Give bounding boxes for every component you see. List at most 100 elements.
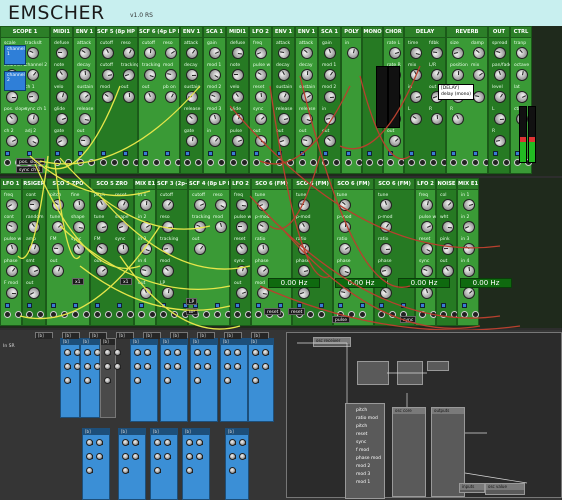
block-knob[interactable]: [164, 453, 171, 460]
knob[interactable]: [25, 218, 43, 236]
knob[interactable]: [55, 46, 69, 60]
jack-port[interactable]: [4, 159, 11, 166]
knob[interactable]: [71, 219, 87, 235]
block-knob[interactable]: [229, 453, 236, 460]
knob[interactable]: [407, 66, 425, 84]
jack-port[interactable]: [264, 159, 271, 166]
jack-port[interactable]: [461, 159, 468, 166]
row2-button[interactable]: pulse: [332, 316, 351, 323]
jack-port[interactable]: [203, 311, 210, 318]
knob[interactable]: [462, 264, 476, 278]
knob[interactable]: [191, 240, 209, 258]
block-knob[interactable]: [114, 349, 121, 356]
block-knob[interactable]: [239, 439, 246, 446]
knob[interactable]: [337, 263, 353, 279]
knob[interactable]: [296, 263, 312, 279]
knob[interactable]: [441, 220, 455, 234]
knob[interactable]: [3, 262, 21, 280]
jack-port[interactable]: [149, 311, 156, 318]
scope-button[interactable]: pos. slope: [16, 158, 45, 165]
jack-port[interactable]: [472, 311, 479, 318]
node-block[interactable]: [b]: [197, 332, 215, 339]
knob[interactable]: [471, 89, 487, 105]
knob[interactable]: [323, 90, 337, 104]
knob[interactable]: [232, 69, 244, 81]
knob[interactable]: [143, 46, 157, 60]
block-knob[interactable]: [252, 349, 259, 356]
block-knob[interactable]: [229, 467, 236, 474]
sub-patch-block[interactable]: [b]: [80, 338, 101, 418]
node-block[interactable]: [b]: [170, 332, 188, 339]
jack-port[interactable]: [65, 159, 72, 166]
knob[interactable]: [429, 67, 445, 83]
block-knob[interactable]: [144, 363, 151, 370]
jack-port[interactable]: [142, 159, 149, 166]
knob[interactable]: [185, 68, 199, 82]
block-knob[interactable]: [186, 453, 193, 460]
block-knob[interactable]: [132, 453, 139, 460]
jack-port[interactable]: [472, 159, 479, 166]
knob[interactable]: [254, 134, 268, 148]
knob[interactable]: [276, 111, 292, 127]
jack-port[interactable]: [15, 311, 22, 318]
row2-button[interactable]: reset: [264, 308, 282, 315]
sub-patch-block[interactable]: [b]: [100, 338, 121, 418]
knob[interactable]: [492, 133, 508, 149]
jack-port[interactable]: [450, 159, 457, 166]
knob[interactable]: [121, 67, 137, 83]
knob[interactable]: [235, 198, 249, 212]
row2-button[interactable]: LP: [186, 298, 198, 305]
knob[interactable]: [122, 90, 136, 104]
knob[interactable]: [120, 44, 138, 62]
knob[interactable]: [513, 88, 531, 106]
node-block[interactable]: [b]: [89, 332, 107, 339]
knob[interactable]: [116, 242, 130, 256]
knob[interactable]: [3, 132, 21, 150]
block-knob[interactable]: [122, 467, 129, 474]
block-knob[interactable]: [132, 439, 139, 446]
jack-port[interactable]: [299, 159, 306, 166]
knob[interactable]: [213, 219, 229, 235]
block-knob[interactable]: [229, 439, 236, 446]
knob[interactable]: [142, 67, 158, 83]
knob[interactable]: [407, 110, 425, 128]
block-knob[interactable]: [96, 453, 103, 460]
knob[interactable]: [93, 240, 111, 258]
knob[interactable]: [99, 88, 117, 106]
knob[interactable]: [100, 67, 116, 83]
jack-port[interactable]: [105, 311, 112, 318]
knob[interactable]: [514, 67, 530, 83]
jack-port[interactable]: [430, 159, 437, 166]
knob[interactable]: [115, 219, 131, 235]
jack-port[interactable]: [461, 311, 468, 318]
block-knob[interactable]: [252, 377, 259, 384]
jack-port[interactable]: [171, 311, 178, 318]
jack-port[interactable]: [61, 311, 68, 318]
knob[interactable]: [419, 197, 435, 213]
knob[interactable]: [161, 242, 175, 256]
sub-patch-block[interactable]: [b]: [220, 338, 248, 422]
knob[interactable]: [254, 90, 268, 104]
block-knob[interactable]: [204, 363, 211, 370]
jack-port[interactable]: [218, 159, 225, 166]
knob[interactable]: [24, 132, 42, 150]
knob[interactable]: [192, 219, 208, 235]
jack-port[interactable]: [253, 159, 260, 166]
sub-patch-block[interactable]: [b]: [190, 338, 218, 422]
knob[interactable]: [461, 197, 477, 213]
knob[interactable]: [207, 45, 223, 61]
block-knob[interactable]: [204, 349, 211, 356]
jack-port[interactable]: [195, 159, 202, 166]
knob[interactable]: [449, 110, 467, 128]
knob[interactable]: [231, 46, 245, 60]
block-knob[interactable]: [186, 439, 193, 446]
knob[interactable]: [387, 45, 403, 61]
jack-port[interactable]: [207, 159, 214, 166]
knob[interactable]: [159, 262, 177, 280]
block-knob[interactable]: [86, 453, 93, 460]
node-block[interactable]: [b]: [35, 332, 53, 339]
jack-port[interactable]: [122, 159, 129, 166]
block-knob[interactable]: [64, 363, 71, 370]
knob[interactable]: [161, 286, 175, 300]
block-knob[interactable]: [239, 453, 246, 460]
